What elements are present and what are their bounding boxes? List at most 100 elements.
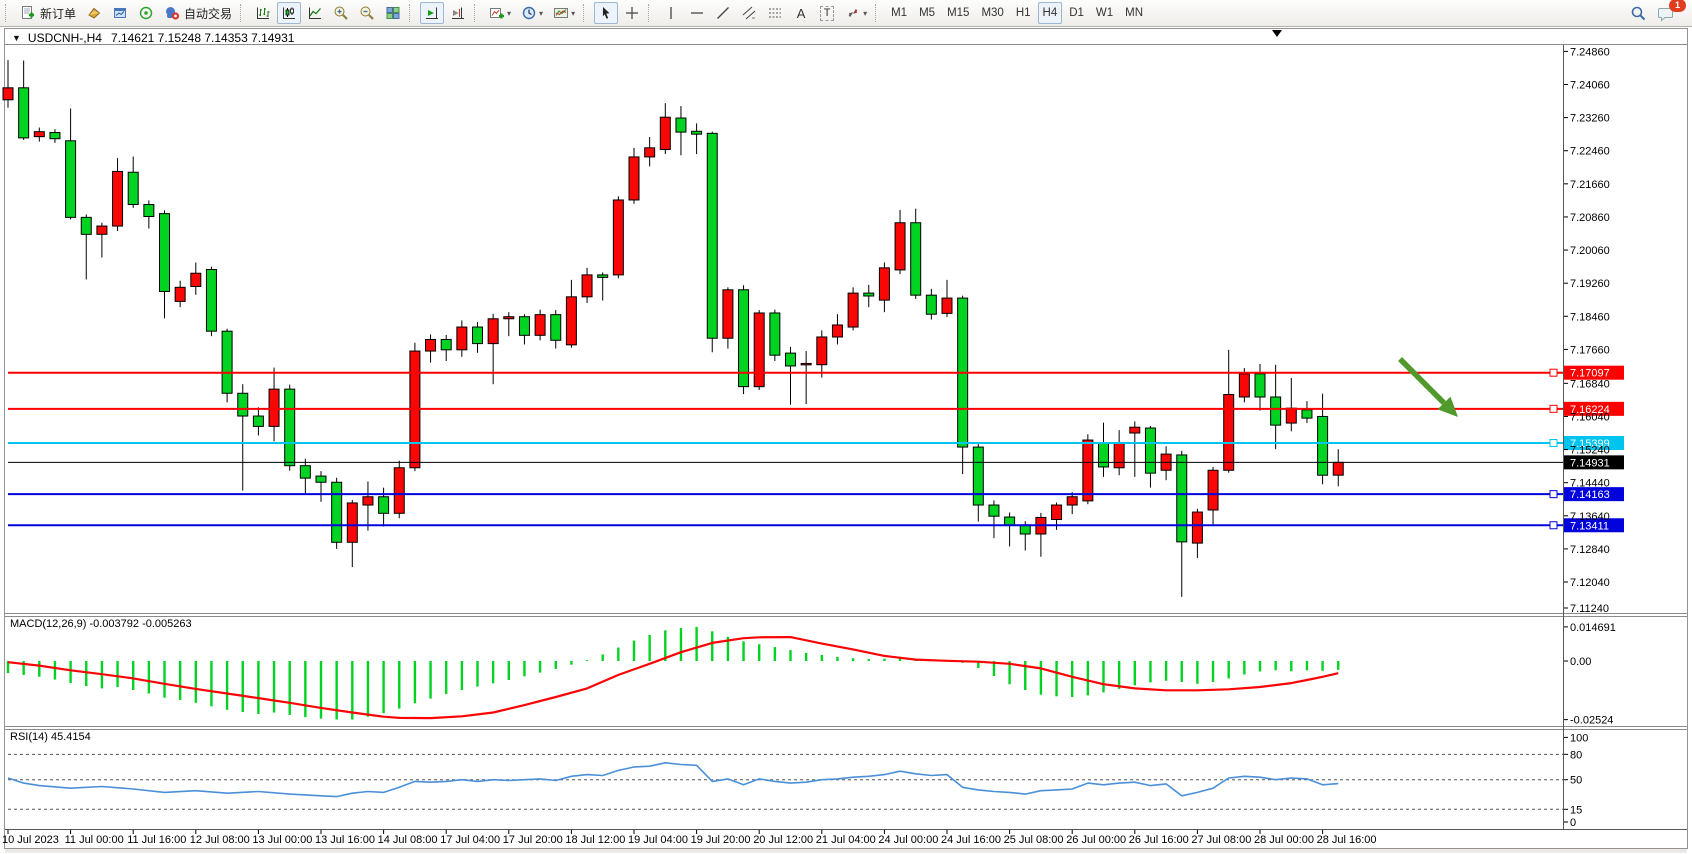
timeframe-m1[interactable]: M1: [886, 2, 912, 24]
search-button[interactable]: [1626, 2, 1651, 24]
toolbar-grip[interactable]: [5, 4, 11, 22]
chart-menu-triangle-icon[interactable]: ▼: [12, 33, 21, 43]
chart-shift-icon: [450, 5, 466, 21]
rsi-label: RSI(14) 45.4154: [10, 731, 91, 743]
notification-badge: 1: [1669, 0, 1686, 12]
line-anchor: [1550, 369, 1557, 376]
price-line-label: 7.14163: [1570, 489, 1610, 501]
time-axis-label: 14 Jul 08:00: [378, 834, 438, 846]
time-axis-label: 27 Jul 08:00: [1191, 834, 1251, 846]
toolbar-grip[interactable]: [240, 4, 246, 22]
price-axis-label: 7.12840: [1570, 544, 1610, 556]
toolbar-grip[interactable]: [474, 4, 480, 22]
vertical-line-button[interactable]: [659, 2, 683, 24]
macd-axis-label: -0.02524: [1570, 715, 1613, 727]
text-button[interactable]: A: [789, 2, 813, 24]
arrows-icon: [845, 5, 861, 21]
timeframe-h1[interactable]: H1: [1011, 2, 1036, 24]
new-order-button[interactable]: 新订单: [16, 2, 80, 24]
rsi-axis-label: 0: [1570, 817, 1576, 829]
candle: [754, 310, 764, 390]
candle: [206, 267, 216, 337]
crosshair-button[interactable]: [620, 2, 644, 24]
bar-chart-button[interactable]: [251, 2, 275, 24]
time-axis-label: 26 Jul 16:00: [1129, 834, 1189, 846]
chevron-down-icon: ▾: [507, 9, 511, 18]
time-axis-label: 24 Jul 16:00: [941, 834, 1001, 846]
trendline-button[interactable]: [711, 2, 735, 24]
chart-title: ▼ USDCNH-,H4 7.14621 7.15248 7.14353 7.1…: [12, 31, 294, 45]
arrows-button[interactable]: ▾: [841, 2, 871, 24]
price-chart[interactable]: 7.170977.162247.153997.149317.141637.134…: [0, 27, 1692, 854]
charts-window-button[interactable]: [108, 2, 132, 24]
periods-button[interactable]: ▾: [517, 2, 547, 24]
line-anchor: [1550, 405, 1557, 412]
line-anchor: [1550, 439, 1557, 446]
chart-shift-button[interactable]: [446, 2, 470, 24]
auto-trading-icon: [164, 5, 180, 21]
zoom-in-button[interactable]: [329, 2, 353, 24]
price-axis-label: 7.22460: [1570, 146, 1610, 158]
zoom-out-button[interactable]: [355, 2, 379, 24]
price-axis-label: 7.16840: [1570, 378, 1610, 390]
indicators-button[interactable]: ▾: [485, 2, 515, 24]
styler-button[interactable]: [82, 2, 106, 24]
time-axis-label: 13 Jul 16:00: [315, 834, 375, 846]
chevron-down-icon: ▾: [539, 9, 543, 18]
macd-axis-label: 0.014691: [1570, 622, 1616, 634]
notifications-button[interactable]: 1: [1653, 2, 1679, 24]
price-axis-label: 7.12040: [1570, 577, 1610, 589]
toolbar-grip[interactable]: [875, 4, 881, 22]
time-axis-label: 25 Jul 08:00: [1004, 834, 1064, 846]
toolbar-grip[interactable]: [648, 4, 654, 22]
timeframe-m15[interactable]: M15: [942, 2, 974, 24]
price-axis-label: 7.24860: [1570, 46, 1610, 58]
candle: [285, 385, 295, 471]
price-axis-label: 7.20860: [1570, 212, 1610, 224]
candle: [535, 310, 545, 341]
toolbar-grip[interactable]: [583, 4, 589, 22]
charts-window-icon: [112, 5, 128, 21]
auto-trading-button[interactable]: 自动交易: [160, 2, 236, 24]
label-button[interactable]: T: [815, 2, 839, 24]
toolbar-grip[interactable]: [409, 4, 415, 22]
time-axis-label: 18 Jul 12:00: [565, 834, 625, 846]
chevron-down-icon: ▾: [863, 9, 867, 18]
channel-button[interactable]: [737, 2, 761, 24]
templates-button[interactable]: ▾: [549, 2, 579, 24]
horizontal-scrollbar[interactable]: [5, 849, 1687, 853]
time-axis-label: 11 Jul 00:00: [65, 834, 124, 846]
time-axis-label: 20 Jul 12:00: [753, 834, 813, 846]
signals-button[interactable]: [134, 2, 158, 24]
zoom-out-icon: [359, 5, 375, 21]
price-axis-label: 7.21660: [1570, 179, 1610, 191]
timeframe-w1[interactable]: W1: [1091, 2, 1118, 24]
fibonacci-button[interactable]: [763, 2, 787, 24]
timeframe-d1[interactable]: D1: [1064, 2, 1089, 24]
horizontal-line-icon: [689, 5, 705, 21]
tile-windows-button[interactable]: [381, 2, 405, 24]
timeframe-m30[interactable]: M30: [976, 2, 1008, 24]
indicators-icon: [489, 5, 505, 21]
cursor-icon: [598, 5, 614, 21]
price-axis-label: 7.17660: [1570, 344, 1610, 356]
line-chart-button[interactable]: [303, 2, 327, 24]
candle: [958, 296, 968, 474]
auto-scroll-button[interactable]: [420, 2, 444, 24]
candlestick-chart-button[interactable]: [277, 2, 301, 24]
chevron-down-icon: ▾: [571, 9, 575, 18]
cursor-button[interactable]: [594, 2, 618, 24]
fibonacci-icon: [767, 5, 783, 21]
horizontal-line-button[interactable]: [685, 2, 709, 24]
timeframe-h4[interactable]: H4: [1038, 2, 1063, 24]
styler-icon: [86, 5, 102, 21]
timeframe-mn[interactable]: MN: [1120, 2, 1148, 24]
candle: [613, 196, 623, 278]
new-order-icon: [20, 5, 36, 21]
macd-axis-label: 0.00: [1570, 656, 1591, 668]
text-icon: A: [797, 6, 806, 21]
time-axis-label: 19 Jul 04:00: [628, 834, 688, 846]
timeframe-m5[interactable]: M5: [914, 2, 940, 24]
candle: [332, 478, 342, 549]
chart-window-frame: [5, 29, 1688, 849]
